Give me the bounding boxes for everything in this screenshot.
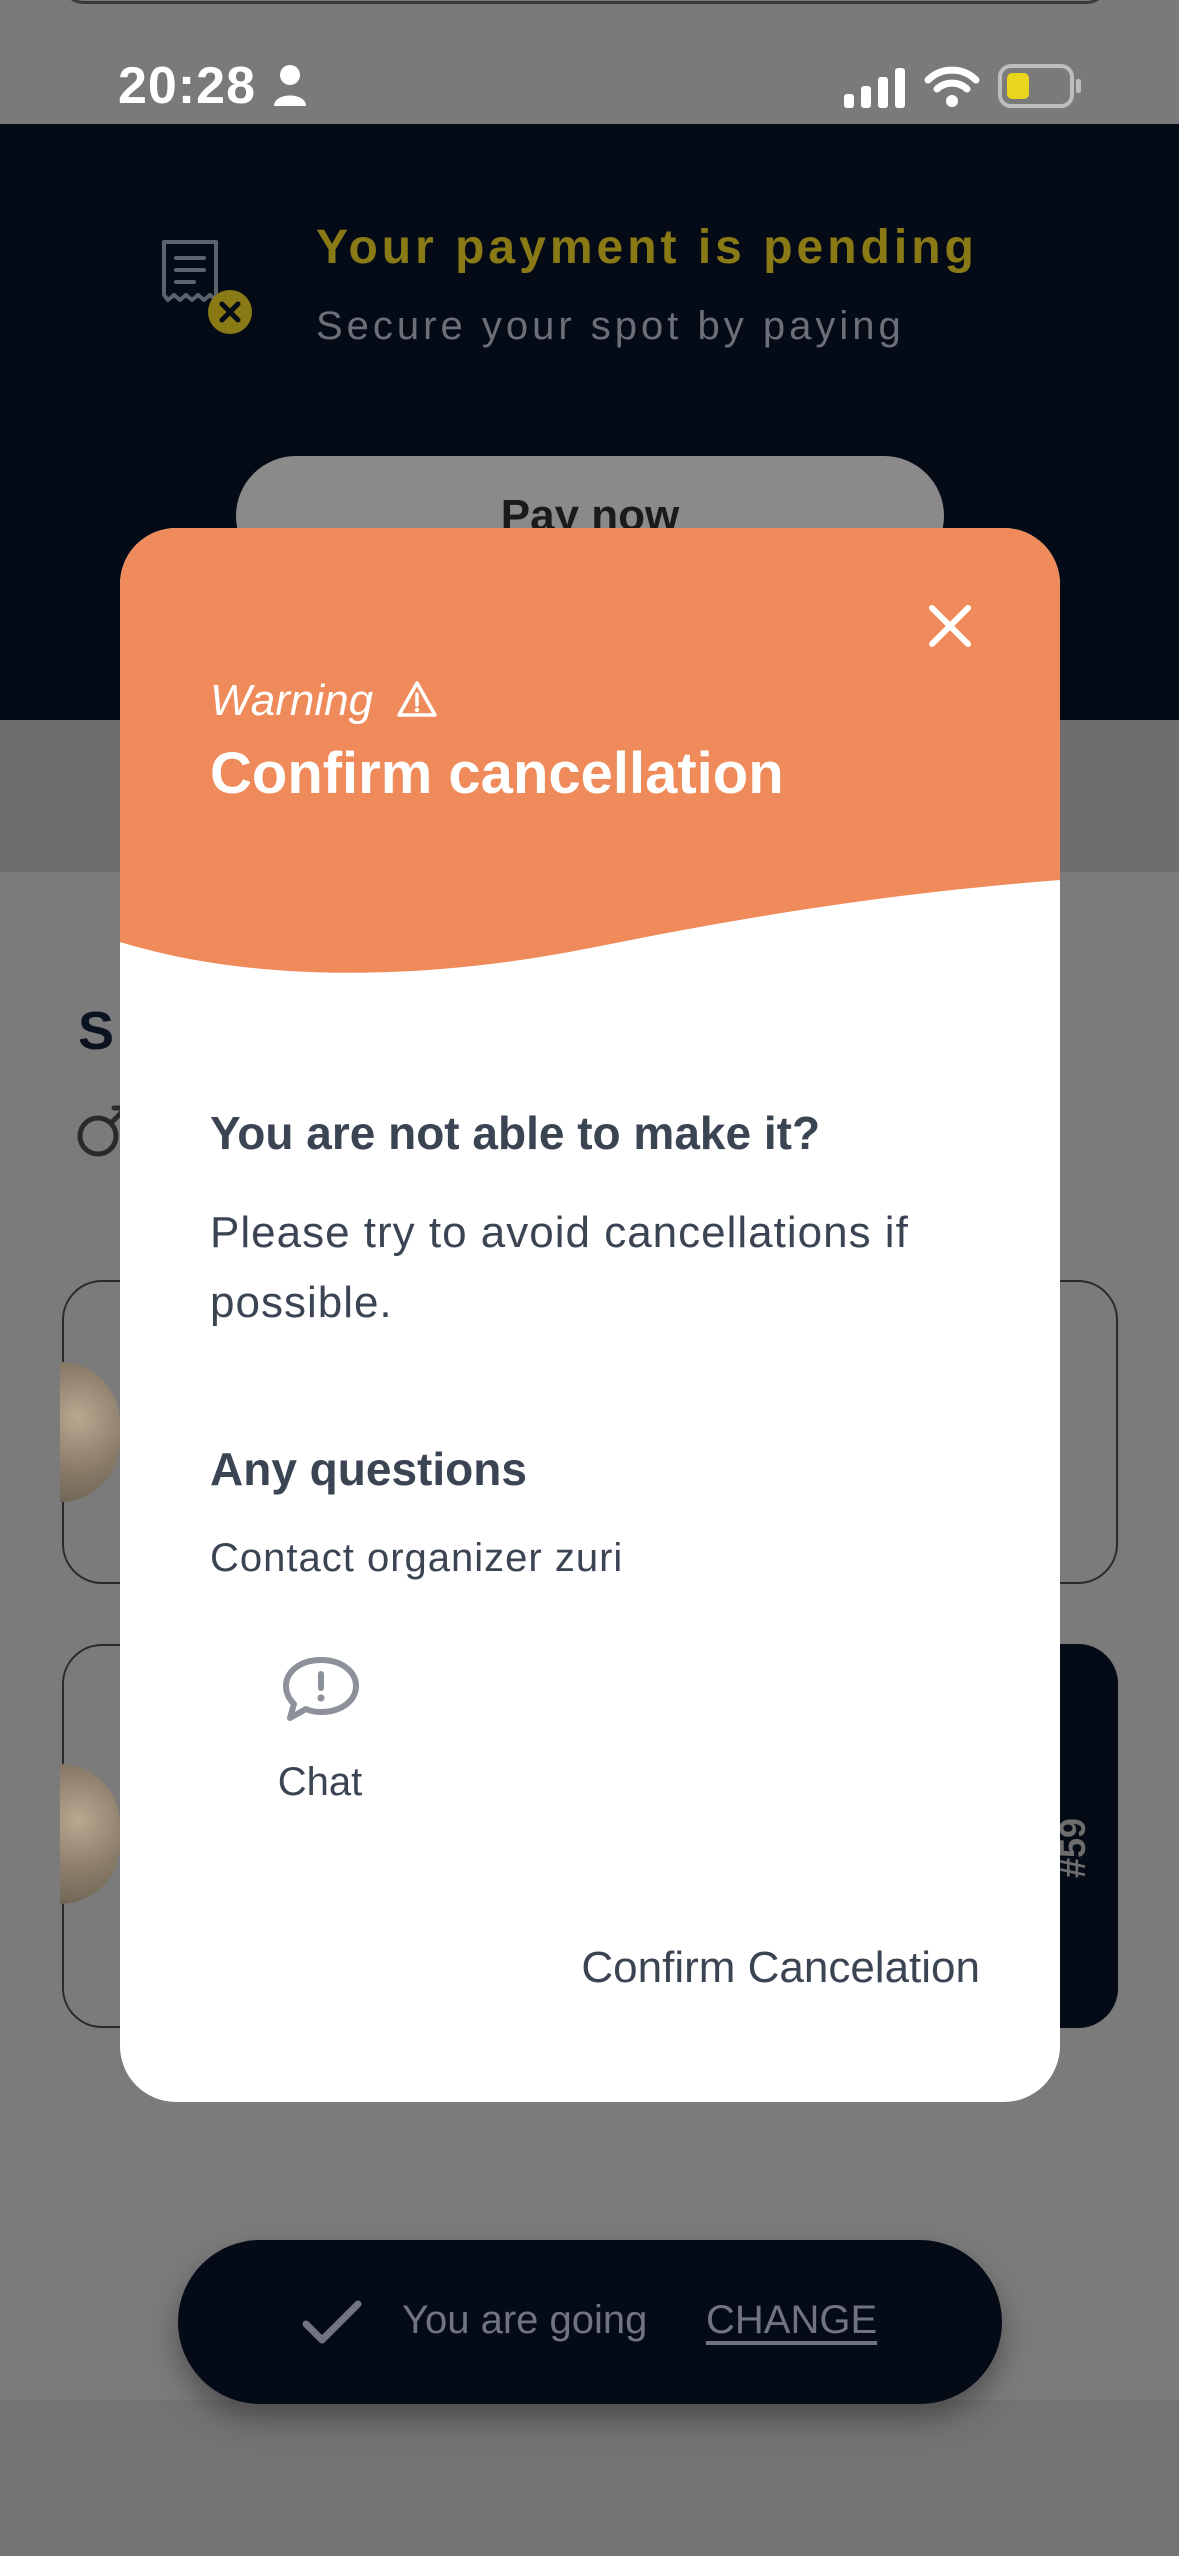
question-heading: You are not able to make it? xyxy=(210,1107,821,1159)
question-body: Please try to avoid cancellations if pos… xyxy=(210,1208,909,1327)
contact-organizer-text: Contact organizer zuri xyxy=(210,1536,624,1580)
warning-text: Warning xyxy=(210,676,374,725)
going-status-text: You are going xyxy=(402,2298,648,2342)
warning-triangle-icon xyxy=(397,681,438,717)
section-heading-peek: S xyxy=(78,1001,115,1061)
confirm-cancelation-button[interactable]: Confirm Cancelation xyxy=(500,1928,980,2008)
payment-pending-title: Your payment is pending xyxy=(316,221,978,274)
chat-button[interactable]: Chat xyxy=(250,1654,390,1814)
wifi-icon xyxy=(924,66,980,107)
close-icon[interactable] xyxy=(906,582,994,670)
receipt-icon xyxy=(162,240,252,334)
check-icon xyxy=(302,2300,362,2344)
chat-bubble-icon xyxy=(283,1657,359,1721)
bottom-strip xyxy=(0,2400,1179,2556)
dialog-title: Confirm cancellation xyxy=(210,741,784,806)
person-icon xyxy=(274,65,306,106)
signal-icon xyxy=(844,68,905,108)
change-link[interactable]: CHANGE xyxy=(706,2298,877,2343)
top-sheet-edge xyxy=(60,0,1110,4)
payment-pending-subtitle: Secure your spot by paying xyxy=(316,304,905,348)
chat-label: Chat xyxy=(277,1760,363,1804)
confirm-cancellation-dialog: Warning Confirm cancellation You are not… xyxy=(120,528,1060,2102)
status-time: 20:28 xyxy=(118,57,256,115)
warning-label: Warning xyxy=(210,676,439,726)
questions-heading: Any questions xyxy=(210,1443,527,1495)
battery-icon xyxy=(998,64,1081,108)
